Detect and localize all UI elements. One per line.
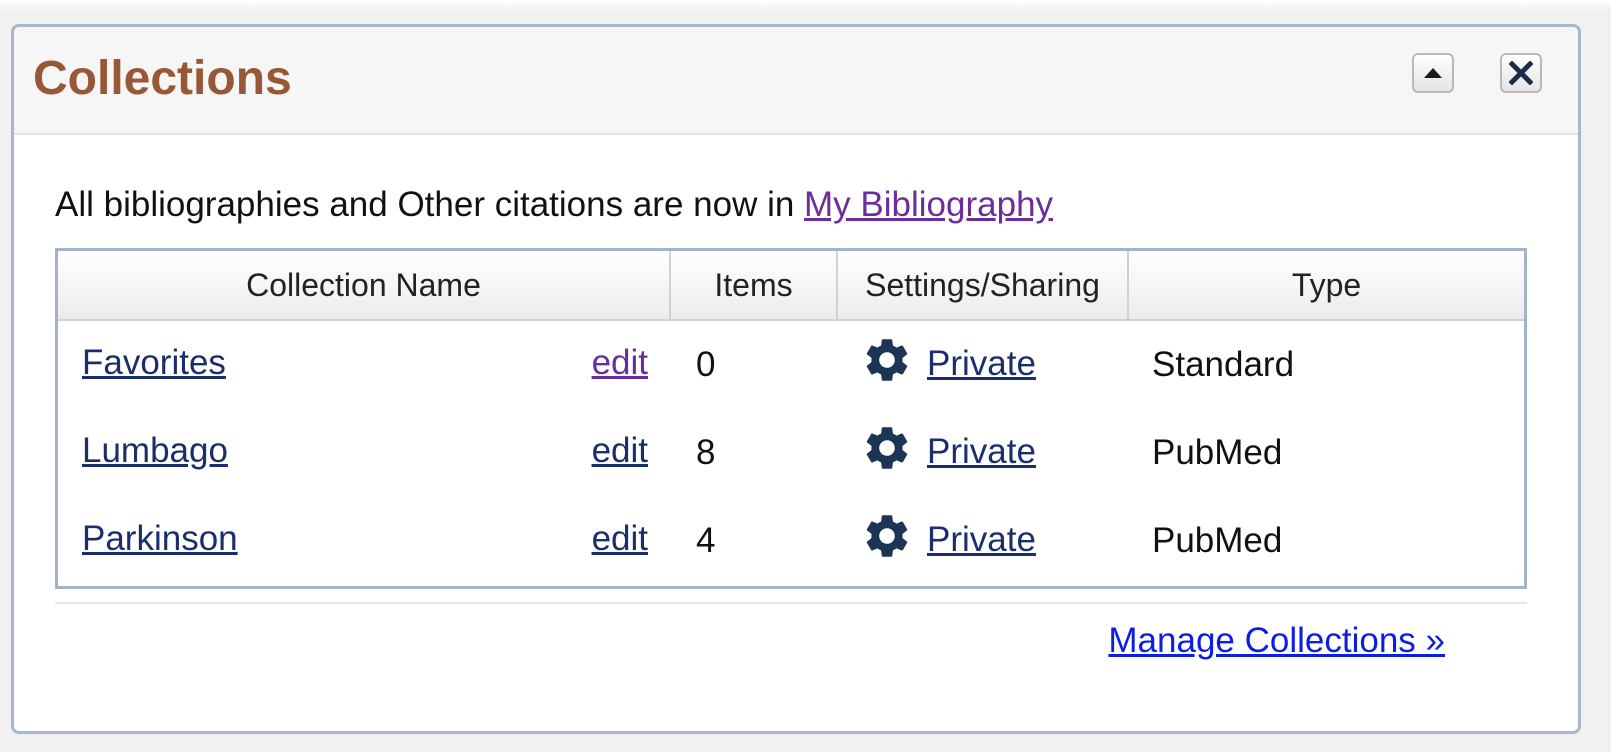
type-cell: PubMed — [1152, 433, 1283, 472]
items-count: 8 — [696, 433, 716, 472]
triangle-up-icon — [1424, 68, 1442, 78]
column-header-type: Type — [1128, 251, 1524, 321]
edit-link-lumbago[interactable]: edit — [592, 431, 648, 471]
intro-text: All bibliographies and Other citations a… — [55, 185, 1053, 225]
settings-cell: Private — [837, 409, 1128, 497]
table-row: Lumbago edit 8 Private PubMed — [58, 409, 1524, 497]
settings-cell: Private — [837, 497, 1128, 585]
edit-link-parkinson[interactable]: edit — [592, 519, 648, 559]
column-header-name: Collection Name — [58, 251, 671, 321]
collapse-button[interactable] — [1412, 53, 1454, 93]
close-button[interactable] — [1500, 53, 1542, 93]
edit-link-favorites[interactable]: edit — [592, 343, 648, 383]
intro-message: All bibliographies and Other citations a… — [55, 185, 805, 224]
manage-collections-link[interactable]: Manage Collections » — [1108, 621, 1445, 661]
panel-title: Collections — [33, 52, 292, 105]
collection-link-lumbago[interactable]: Lumbago — [82, 431, 228, 471]
column-header-items: Items — [670, 251, 838, 321]
settings-cell: Private — [837, 320, 1128, 409]
table-header-row: Collection Name Items Settings/Sharing T… — [58, 251, 1524, 321]
collection-link-parkinson[interactable]: Parkinson — [82, 519, 238, 559]
table-row: Favorites edit 0 Private Standard — [58, 320, 1524, 409]
footer-divider — [55, 602, 1527, 604]
gear-icon[interactable] — [861, 510, 913, 562]
close-x-icon — [1509, 61, 1533, 85]
page-background — [0, 0, 1611, 14]
collections-table: Collection Name Items Settings/Sharing T… — [55, 248, 1527, 589]
type-cell: PubMed — [1152, 521, 1283, 560]
collection-name-cell: Favorites edit — [58, 320, 670, 409]
my-bibliography-link[interactable]: My Bibliography — [804, 185, 1053, 224]
sharing-link-parkinson[interactable]: Private — [927, 520, 1036, 559]
collection-name-cell: Parkinson edit — [58, 497, 670, 585]
collection-link-favorites[interactable]: Favorites — [82, 343, 226, 383]
panel-header: Collections — [14, 27, 1578, 135]
gear-icon[interactable] — [861, 334, 913, 386]
sharing-link-lumbago[interactable]: Private — [927, 432, 1036, 471]
column-header-settings: Settings/Sharing — [837, 251, 1129, 321]
collection-name-cell: Lumbago edit — [58, 409, 670, 497]
gear-icon[interactable] — [861, 422, 913, 474]
table-row: Parkinson edit 4 Private PubMed — [58, 497, 1524, 585]
sharing-link-favorites[interactable]: Private — [927, 344, 1036, 383]
items-count: 0 — [696, 345, 716, 384]
collections-panel: Collections All bibliographies and Other… — [11, 24, 1581, 734]
type-cell: Standard — [1152, 345, 1295, 384]
items-count: 4 — [696, 521, 716, 560]
